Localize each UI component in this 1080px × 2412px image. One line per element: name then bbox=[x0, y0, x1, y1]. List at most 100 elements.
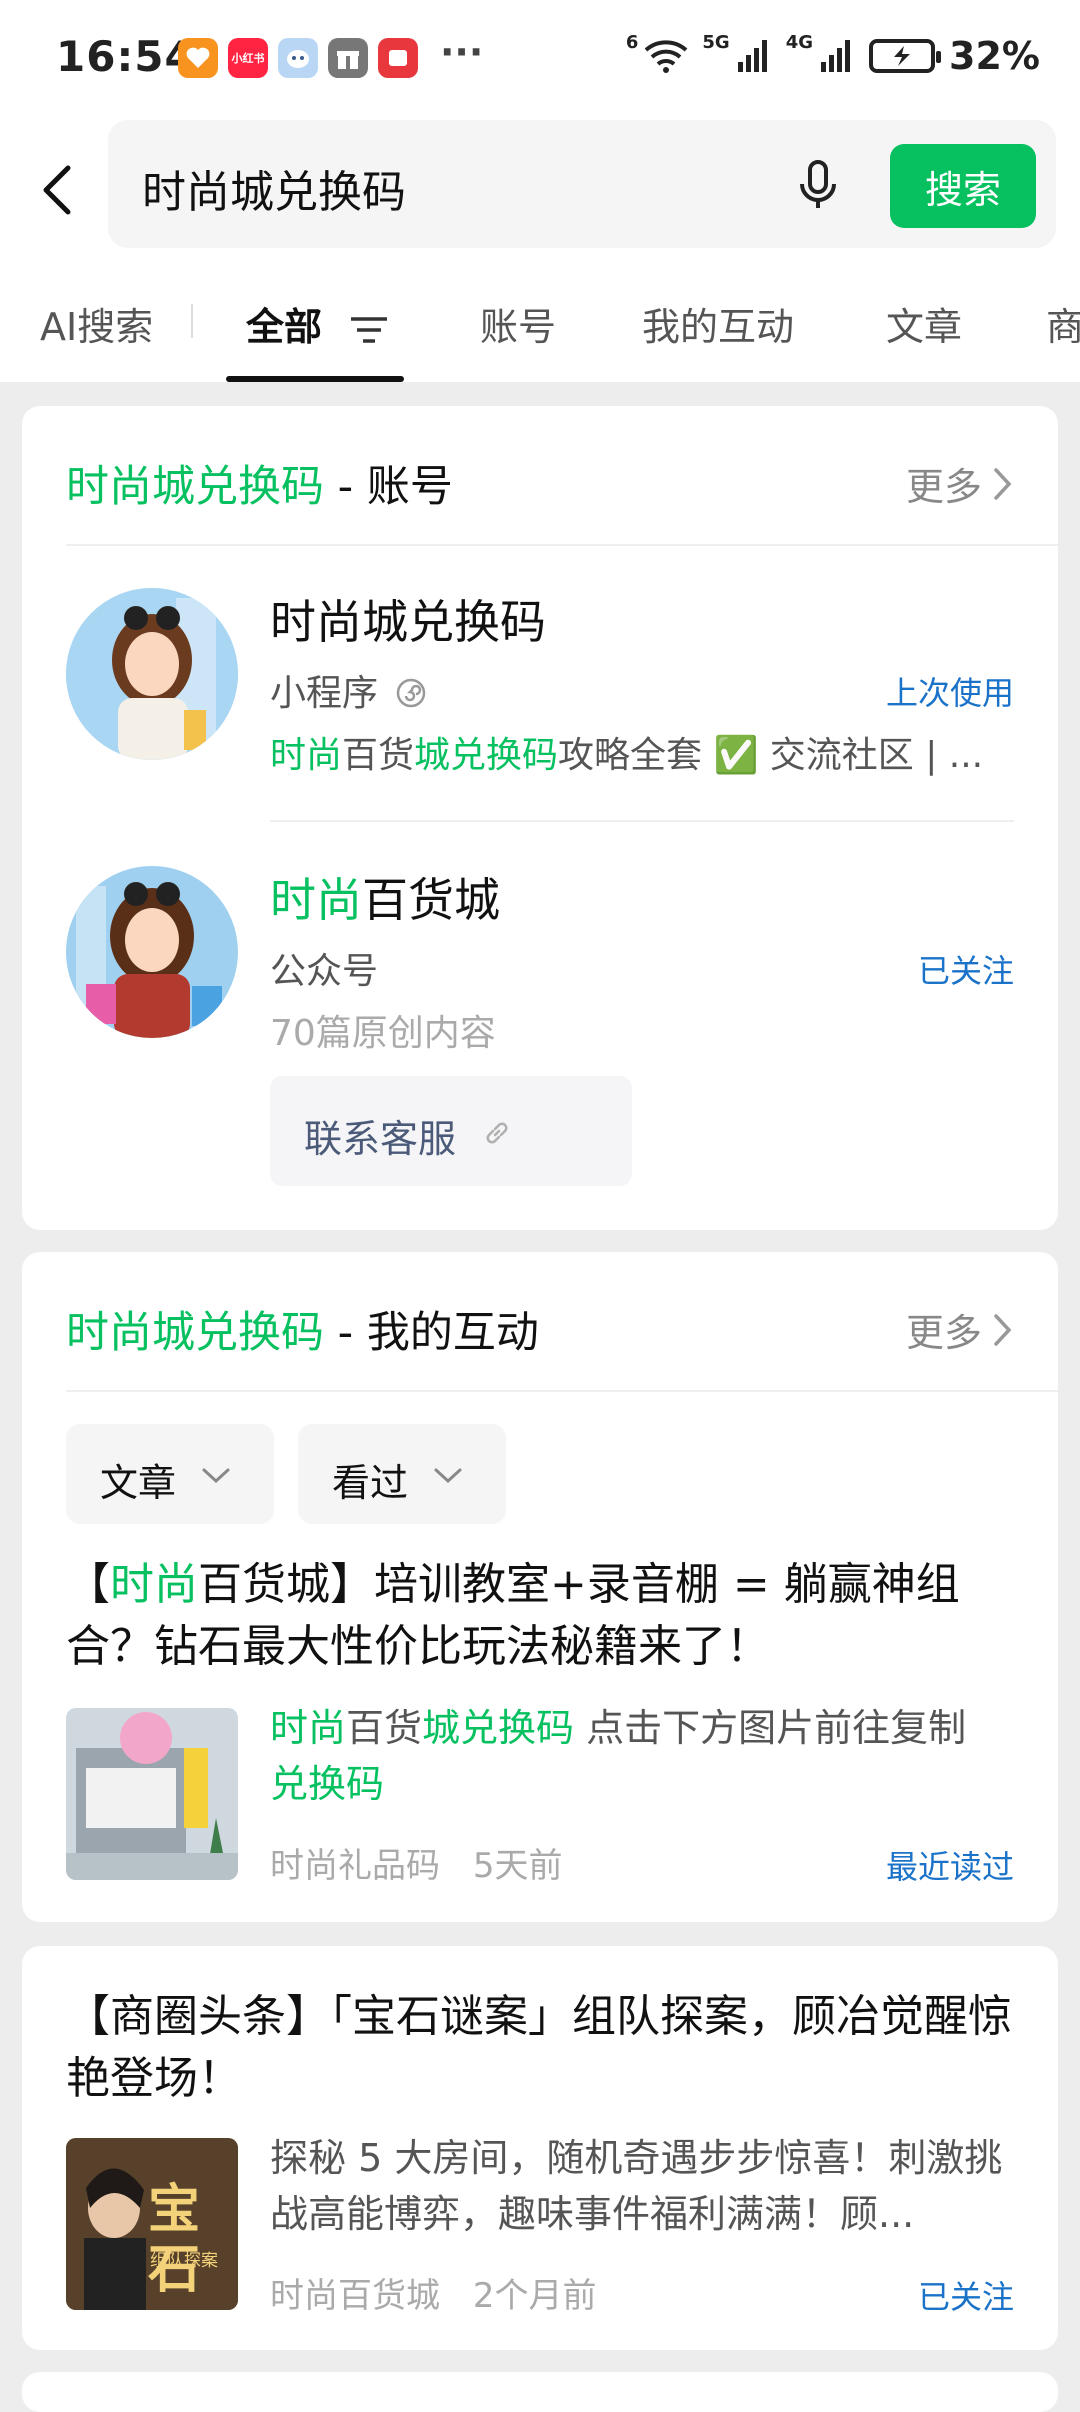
interactions-card: 时尚城兑换码 - 我的互动 更多 文章 看过 【时尚百货城】培训教室+录音棚 =… bbox=[22, 1252, 1058, 1922]
gift-icon bbox=[328, 38, 368, 78]
account-type-label: 小程序 bbox=[270, 673, 379, 714]
active-tab-indicator bbox=[226, 376, 404, 382]
article-card[interactable]: 【商圈头条】「宝石谜案」组队探案，顾冶觉醒惊艳登场！ 宝石 组队探案 探秘 5 … bbox=[22, 1946, 1058, 2350]
section-keyword: 时尚城兑换码 bbox=[66, 462, 324, 512]
desc-text-2: 点击下方图片前往复制 bbox=[574, 1706, 967, 1750]
filter-action-label: 看过 bbox=[332, 1461, 409, 1505]
tab-accounts[interactable]: 账号 bbox=[480, 296, 556, 351]
more-label: 更多 bbox=[905, 1311, 982, 1355]
article-time: 5天前 bbox=[472, 1846, 563, 1886]
contact-service-label: 联系客服 bbox=[304, 1117, 457, 1161]
section-keyword: 时尚城兑换码 bbox=[66, 1308, 324, 1358]
more-notifications-icon: ··· bbox=[440, 30, 484, 74]
avatar bbox=[66, 866, 238, 1038]
article-meta: 时尚礼品码 5天前 bbox=[270, 1838, 562, 1887]
desc-text-2: 攻略全套 ✅ 交流社区 | ... bbox=[558, 735, 984, 776]
contact-service-button[interactable]: 联系客服 bbox=[270, 1076, 632, 1186]
filter-type-dropdown[interactable]: 文章 bbox=[66, 1424, 274, 1524]
followed-label: 已关注 bbox=[917, 2278, 1014, 2316]
article-meta: 时尚百货城 2个月前 bbox=[270, 2268, 596, 2317]
title-part-1: 【 bbox=[66, 1559, 110, 1610]
chevron-right-icon bbox=[994, 1313, 1012, 1346]
article-source: 时尚百货城 bbox=[270, 2276, 440, 2316]
section-suffix: - 账号 bbox=[324, 462, 453, 512]
tab-separator bbox=[191, 304, 193, 338]
status-bar: 16:54 小红书 ··· 6 5G 4G 32% bbox=[0, 0, 1080, 118]
status-right: 6 5G 4G 32% bbox=[625, 31, 1040, 79]
title-highlight: 时尚 bbox=[110, 1559, 198, 1610]
avatar bbox=[66, 588, 238, 760]
wifi-badge: 6 bbox=[625, 31, 639, 53]
battery-percent: 32% bbox=[949, 34, 1040, 78]
search-query-text[interactable]: 时尚城兑换码 bbox=[142, 156, 406, 220]
tab-ai-search[interactable]: AI搜索 bbox=[40, 296, 153, 351]
xiaohongshu-icon: 小红书 bbox=[228, 38, 268, 78]
accounts-section-title: 时尚城兑换码 - 账号 bbox=[66, 452, 453, 514]
accounts-more-link[interactable]: 更多 bbox=[906, 456, 1014, 511]
account-description: 70篇原创内容 bbox=[270, 1013, 496, 1054]
link-icon bbox=[486, 1122, 508, 1144]
article-description: 时尚百货城兑换码 点击下方图片前往复制 兑换码 bbox=[270, 1700, 1030, 1812]
divider bbox=[66, 1390, 1058, 1392]
desc-text-1: 百货 bbox=[346, 1706, 423, 1750]
app-heart-icon bbox=[178, 38, 218, 78]
account-name: 时尚城兑换码 bbox=[270, 595, 546, 649]
thumb-title: 宝石 bbox=[148, 2180, 201, 2300]
tab-shop[interactable]: 商 bbox=[1046, 296, 1080, 351]
account-type: 公众号 bbox=[270, 951, 379, 992]
desc-highlight-1: 时尚 bbox=[270, 1706, 347, 1750]
status-time: 16:54 bbox=[56, 32, 195, 81]
desc-highlight-1: 时尚 bbox=[270, 735, 343, 776]
account-type: 小程序 bbox=[270, 664, 427, 716]
filter-icon bbox=[351, 316, 388, 343]
search-header: 时尚城兑换码 搜索 bbox=[0, 118, 1080, 260]
desc-highlight-2: 城兑换码 bbox=[422, 1706, 575, 1750]
interactions-more-link[interactable]: 更多 bbox=[906, 1302, 1014, 1357]
4g-label: 4G bbox=[785, 31, 814, 53]
chevron-down-icon bbox=[434, 1468, 462, 1484]
more-label: 更多 bbox=[905, 465, 982, 509]
battery-icon bbox=[869, 39, 942, 73]
chevron-down-icon bbox=[202, 1468, 230, 1484]
name-rest: 百货城 bbox=[362, 873, 500, 927]
desc-highlight-2: 城兑换码 bbox=[414, 735, 559, 776]
filter-action-dropdown[interactable]: 看过 bbox=[298, 1424, 506, 1524]
article-thumbnail: 宝石 组队探案 bbox=[66, 2138, 238, 2310]
wifi-icon bbox=[645, 40, 688, 73]
divider bbox=[66, 544, 1058, 546]
notification-icons: 小红书 bbox=[178, 38, 418, 78]
last-used-label: 上次使用 bbox=[885, 674, 1014, 712]
article-title: 【时尚百货城】培训教室+录音棚 = 躺赢神组合？钻石最大性价比玩法秘籍来了！ bbox=[66, 1554, 1016, 1678]
voice-input-button[interactable] bbox=[788, 154, 848, 214]
search-input[interactable]: 时尚城兑换码 搜索 bbox=[108, 120, 1056, 248]
account-description: 时尚百货城兑换码攻略全套 ✅ 交流社区 | ... bbox=[270, 726, 1030, 778]
chevron-left-icon bbox=[43, 165, 71, 215]
accounts-card: 时尚城兑换码 - 账号 更多 时尚城兑换码 小程序 上次使用 时尚百货城兑换码攻… bbox=[22, 406, 1058, 1230]
desc-text-1: 百货 bbox=[342, 735, 415, 776]
recently-read-label: 最近读过 bbox=[885, 1848, 1014, 1886]
filter-type-label: 文章 bbox=[100, 1461, 177, 1505]
5g-label: 5G bbox=[702, 31, 730, 53]
divider bbox=[270, 820, 1014, 822]
tab-all-label: 全部 bbox=[246, 305, 323, 349]
chevron-right-icon bbox=[994, 467, 1012, 500]
section-suffix: - 我的互动 bbox=[324, 1308, 539, 1358]
microphone-icon bbox=[800, 160, 836, 208]
tab-articles[interactable]: 文章 bbox=[886, 296, 962, 351]
article-description: 探秘 5 大房间，随机奇遇步步惊喜！刺激挑战高能博弈，趣味事件福利满满！顾... bbox=[270, 2136, 1003, 2236]
tab-all[interactable]: 全部 bbox=[246, 296, 389, 351]
article-time: 2个月前 bbox=[472, 2276, 597, 2316]
followed-label: 已关注 bbox=[917, 952, 1014, 990]
result-tabs: AI搜索 全部 账号 我的互动 文章 商 bbox=[0, 260, 1080, 382]
app-book-icon bbox=[378, 38, 418, 78]
miniprogram-icon bbox=[397, 678, 426, 708]
back-button[interactable] bbox=[30, 154, 86, 224]
signal-4g-icon bbox=[821, 40, 851, 72]
account-name: 时尚百货城 bbox=[270, 864, 500, 930]
interactions-section-title: 时尚城兑换码 - 我的互动 bbox=[66, 1298, 539, 1360]
article-title: 【商圈头条】「宝石谜案」组队探案，顾冶觉醒惊艳登场！ bbox=[66, 1991, 1012, 2104]
article-source: 时尚礼品码 bbox=[270, 1846, 440, 1886]
search-button[interactable]: 搜索 bbox=[890, 144, 1036, 228]
article-thumbnail bbox=[66, 1708, 238, 1880]
tab-my-interactions[interactable]: 我的互动 bbox=[642, 296, 794, 351]
